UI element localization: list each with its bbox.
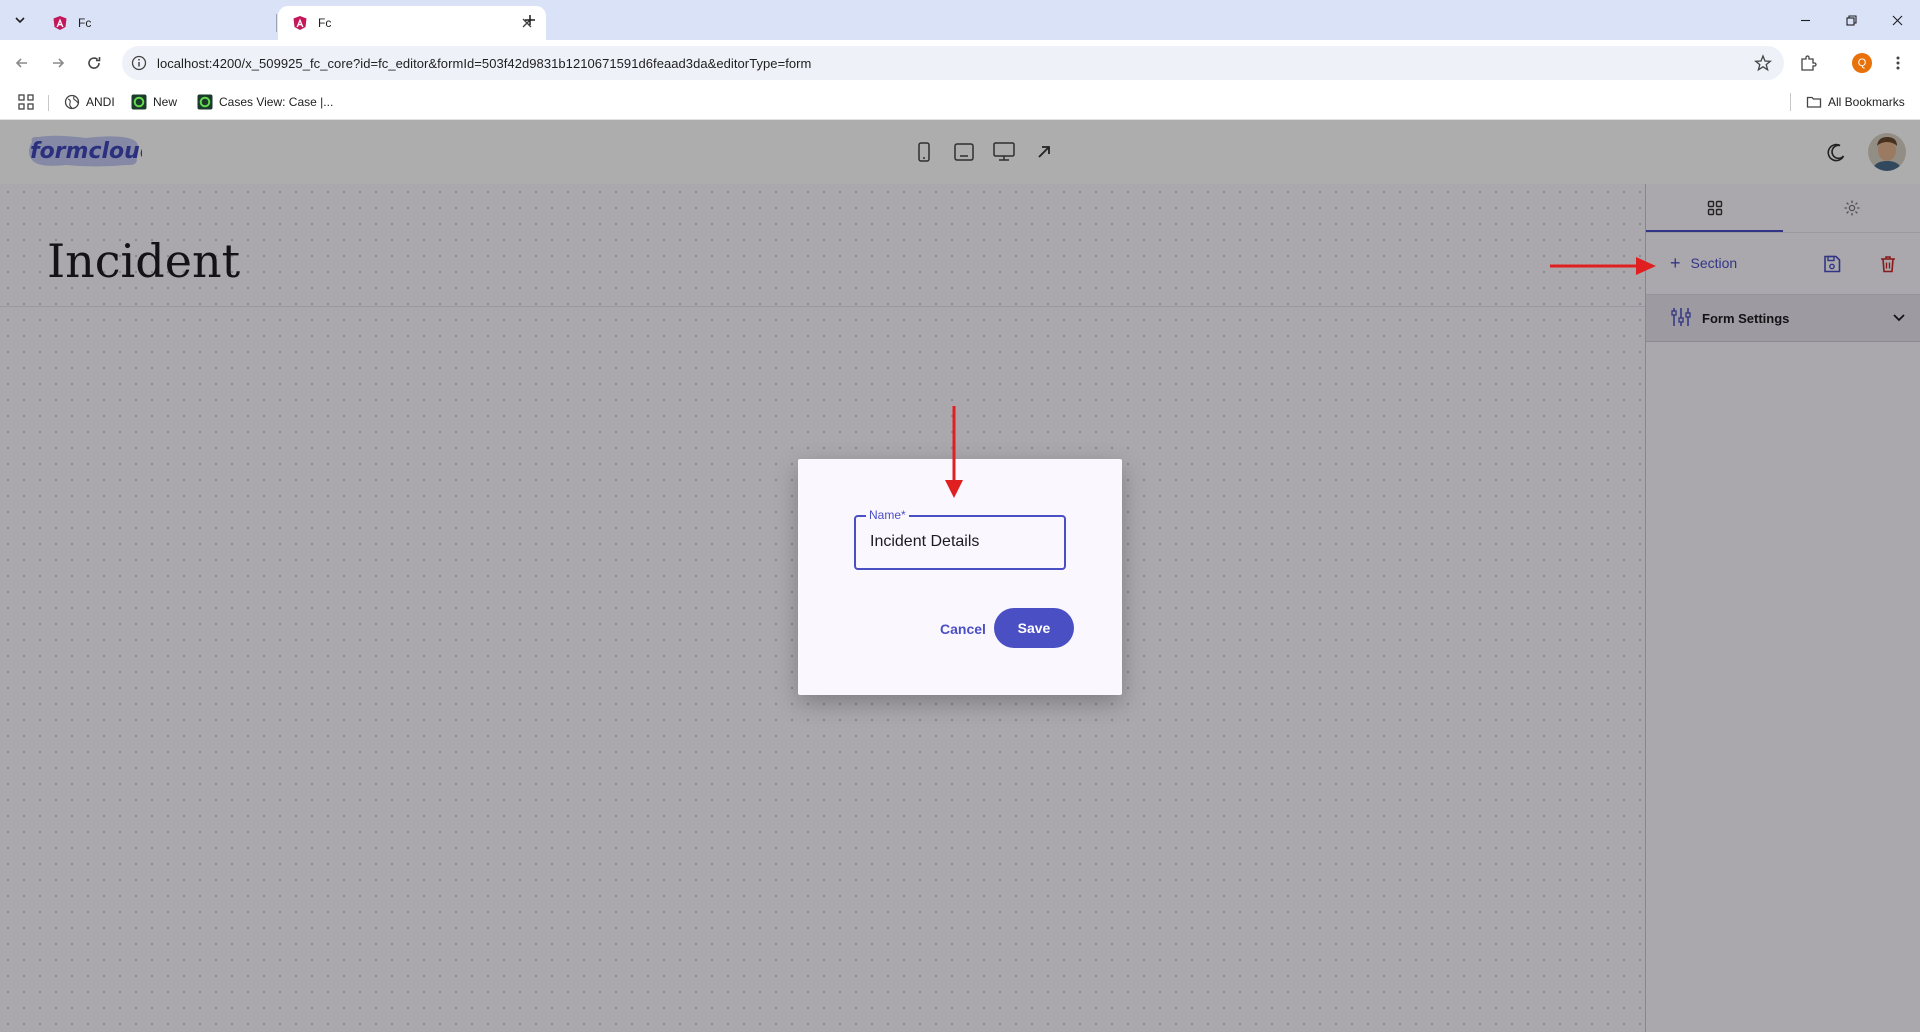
arrow-left-icon — [15, 58, 27, 68]
restore-icon — [1845, 14, 1857, 26]
annotation-arrow-right — [1550, 257, 1656, 275]
minimize-button[interactable] — [1782, 0, 1828, 40]
profile-avatar: Q — [1852, 53, 1872, 73]
profile-button[interactable]: Q — [1848, 49, 1876, 77]
forward-button[interactable] — [44, 49, 72, 77]
bookmark-cases-view[interactable]: Cases View: Case |... — [197, 94, 333, 110]
tab-search-button[interactable] — [6, 8, 34, 32]
arrow-right-icon — [53, 58, 65, 68]
tab-title: Fc — [318, 16, 332, 30]
name-input[interactable] — [870, 531, 1050, 553]
bookmarks-bar: ANDI New Cases View: Case |... All Bookm… — [0, 86, 1920, 120]
back-button[interactable] — [8, 49, 36, 77]
angular-icon — [293, 16, 307, 30]
name-field[interactable]: Name* — [854, 508, 1066, 570]
annotation-arrow-down — [945, 406, 963, 498]
bookmark-new[interactable]: New — [131, 94, 177, 110]
apps-grid-icon — [18, 94, 34, 110]
cancel-button[interactable]: Cancel — [932, 609, 994, 649]
puzzle-icon — [1801, 55, 1817, 71]
folder-icon — [1806, 96, 1822, 108]
close-icon — [1892, 15, 1902, 25]
tab-separator — [276, 14, 277, 32]
new-tab-button[interactable] — [518, 8, 542, 32]
bookmark-label: ANDI — [86, 95, 115, 109]
browser-menu-button[interactable] — [1884, 49, 1912, 77]
bookmark-separator — [48, 95, 49, 111]
bookmark-star-icon[interactable] — [1754, 54, 1772, 72]
reload-button[interactable] — [80, 49, 108, 77]
site-info-icon[interactable] — [130, 54, 148, 72]
browser-tab[interactable]: Fc — [38, 6, 306, 40]
all-bookmarks-label: All Bookmarks — [1828, 95, 1905, 109]
all-bookmarks-button[interactable]: All Bookmarks — [1806, 94, 1905, 110]
bookmark-andi[interactable]: ANDI — [64, 94, 115, 110]
close-window-button[interactable] — [1874, 0, 1920, 40]
browser-toolbar: localhost:4200/x_509925_fc_core?id=fc_ed… — [0, 40, 1920, 86]
more-vertical-icon — [1896, 56, 1900, 70]
servicenow-icon — [197, 94, 213, 110]
reload-icon — [88, 57, 101, 69]
name-field-label: Name* — [866, 508, 909, 522]
restore-button[interactable] — [1828, 0, 1874, 40]
url-text[interactable]: localhost:4200/x_509925_fc_core?id=fc_ed… — [157, 56, 811, 71]
minimize-icon — [1800, 19, 1810, 21]
apps-button[interactable] — [18, 94, 34, 110]
bookmark-label: New — [153, 95, 178, 109]
bookmark-label: Cases View: Case |... — [219, 95, 334, 109]
angular-icon — [53, 16, 67, 30]
servicenow-icon — [131, 94, 147, 110]
browser-tab-active[interactable]: Fc — [278, 6, 546, 40]
bookmark-separator — [1790, 93, 1791, 111]
browser-tab-strip: Fc Fc — [0, 0, 1920, 40]
address-bar[interactable]: localhost:4200/x_509925_fc_core?id=fc_ed… — [122, 46, 1784, 80]
extensions-button[interactable] — [1794, 49, 1822, 77]
globe-icon — [64, 94, 80, 110]
save-button[interactable]: Save — [994, 608, 1074, 648]
tab-title: Fc — [78, 16, 92, 30]
chevron-down-icon — [15, 17, 25, 24]
plus-icon — [525, 15, 535, 25]
